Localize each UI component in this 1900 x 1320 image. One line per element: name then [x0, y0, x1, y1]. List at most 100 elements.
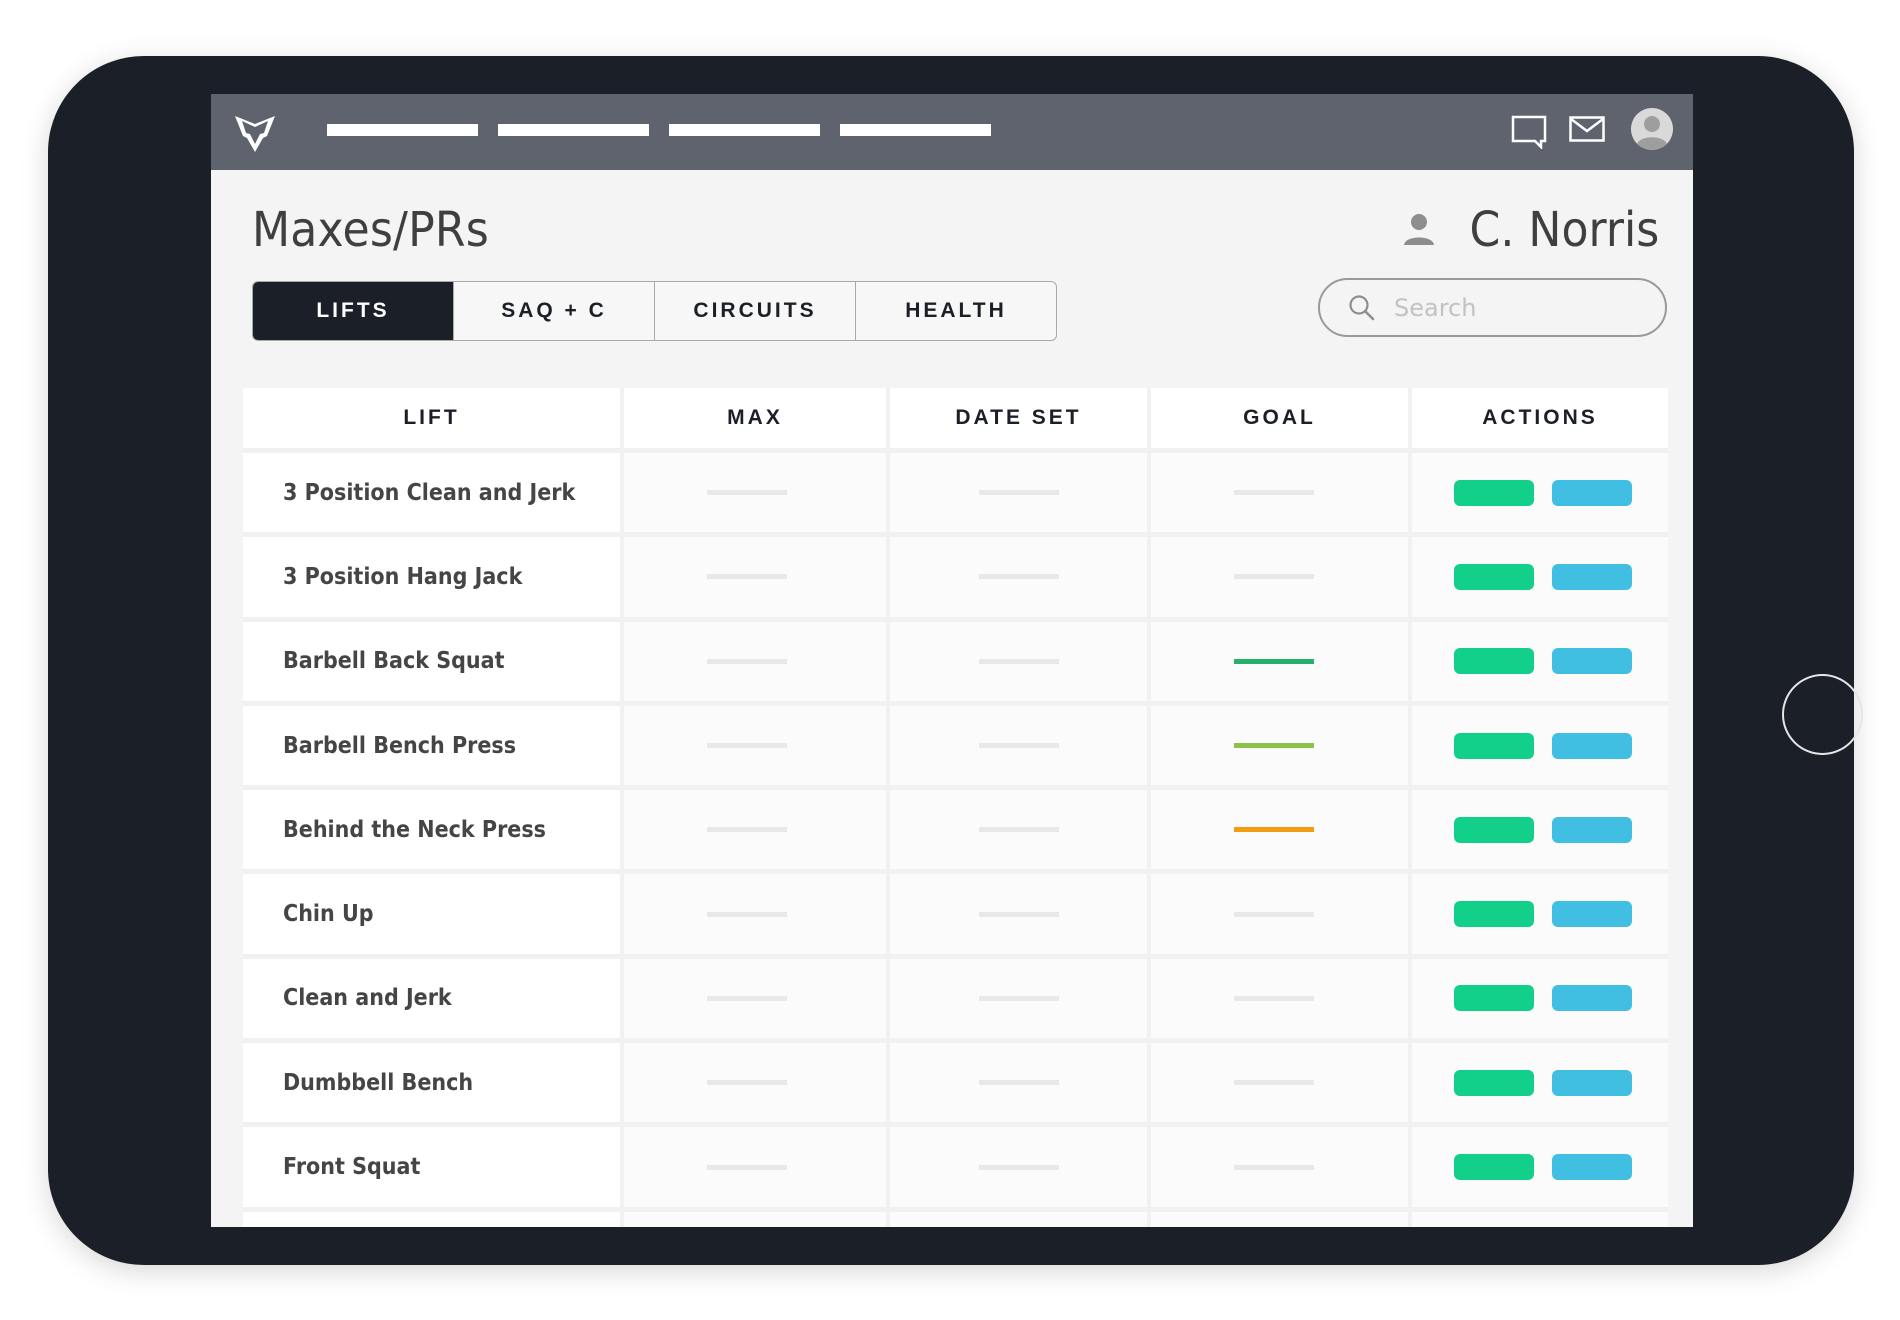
goal-cell	[1147, 1043, 1408, 1123]
edit-max-button[interactable]	[1454, 563, 1534, 590]
home-button[interactable]	[1782, 674, 1863, 755]
tab-health[interactable]: HEALTH	[855, 282, 1056, 340]
goal-status-bar	[1233, 995, 1314, 1001]
date-set-placeholder	[978, 658, 1059, 664]
table-body: 3 Position Clean and Jerk 3 Position Han…	[243, 453, 1668, 1227]
view-history-button[interactable]	[1552, 1069, 1632, 1096]
goal-cell	[1147, 1211, 1408, 1227]
row-actions	[1454, 479, 1632, 506]
date-set-cell	[886, 1211, 1147, 1227]
edit-max-button[interactable]	[1454, 1069, 1534, 1096]
tab-circuits[interactable]: CIRCUITS	[654, 282, 855, 340]
max-placeholder	[707, 1080, 787, 1086]
edit-max-button[interactable]	[1454, 901, 1534, 928]
row-actions	[1454, 732, 1632, 759]
mail-icon[interactable]	[1569, 116, 1605, 142]
date-set-placeholder	[978, 911, 1059, 917]
table-row: Chin Up	[243, 874, 1668, 959]
max-cell	[620, 453, 886, 533]
max-placeholder	[707, 490, 787, 496]
lift-cell: Dumbbell Bench	[243, 1043, 620, 1123]
view-history-button[interactable]	[1552, 901, 1632, 928]
date-set-placeholder	[978, 743, 1059, 749]
goal-status-bar	[1233, 658, 1314, 664]
actions-cell	[1408, 1043, 1668, 1123]
column-header-goal[interactable]: GOAL	[1147, 388, 1408, 448]
chat-icon[interactable]	[1511, 115, 1547, 149]
date-set-cell	[886, 453, 1147, 533]
nav-link-3[interactable]	[669, 124, 820, 136]
lift-name: Clean and Jerk	[283, 985, 452, 1012]
view-history-button[interactable]	[1552, 985, 1632, 1012]
goal-status-bar	[1233, 911, 1314, 917]
edit-max-button[interactable]	[1454, 648, 1534, 675]
avatar[interactable]	[1631, 108, 1673, 150]
edit-max-button[interactable]	[1454, 732, 1534, 759]
view-history-button[interactable]	[1552, 1154, 1632, 1181]
goal-status-bar	[1233, 490, 1314, 496]
goal-cell	[1147, 705, 1408, 786]
date-set-placeholder	[978, 995, 1059, 1001]
table-row: Barbell Back Squat	[243, 621, 1668, 706]
max-cell	[620, 537, 886, 617]
view-history-button[interactable]	[1552, 563, 1632, 590]
lift-cell: Behind the Neck Press	[243, 790, 620, 870]
view-history-button[interactable]	[1552, 732, 1632, 759]
edit-max-button[interactable]	[1454, 985, 1534, 1012]
tab-saq-c[interactable]: SAQ + C	[453, 282, 654, 340]
view-history-button[interactable]	[1552, 479, 1632, 506]
logo-icon[interactable]	[231, 108, 279, 156]
goal-cell	[1147, 874, 1408, 954]
table-row: Front Squat	[243, 1127, 1668, 1212]
row-actions	[1454, 648, 1632, 675]
column-header-max[interactable]: MAX	[620, 388, 886, 448]
goal-cell	[1147, 1127, 1408, 1207]
edit-max-button[interactable]	[1454, 479, 1534, 506]
lift-cell: Front Squat	[243, 1127, 620, 1207]
lift-name: 3 Position Clean and Jerk	[283, 479, 576, 506]
edit-max-button[interactable]	[1454, 1154, 1534, 1181]
date-set-placeholder	[978, 490, 1059, 496]
goal-cell	[1147, 958, 1408, 1039]
user-icon	[1403, 214, 1434, 245]
date-set-placeholder	[978, 1164, 1059, 1170]
row-actions	[1454, 1154, 1632, 1181]
search-input[interactable]	[1394, 293, 1634, 322]
goal-cell	[1147, 453, 1408, 533]
column-header-lift[interactable]: LIFT	[243, 388, 620, 448]
table-row	[243, 1211, 1668, 1227]
view-history-button[interactable]	[1552, 816, 1632, 843]
maxes-table: LIFT MAX DATE SET GOAL ACTIONS 3 Positio…	[243, 388, 1668, 1227]
row-actions	[1454, 901, 1632, 928]
date-set-cell	[886, 1043, 1147, 1123]
table-row: Behind the Neck Press	[243, 790, 1668, 875]
date-set-cell	[886, 958, 1147, 1039]
nav-link-1[interactable]	[327, 124, 478, 136]
table-row: 3 Position Clean and Jerk	[243, 453, 1668, 538]
column-header-date-set[interactable]: DATE SET	[886, 388, 1147, 448]
row-actions	[1454, 1069, 1632, 1096]
tab-lifts[interactable]: LIFTS	[253, 282, 453, 340]
table-row: Barbell Bench Press	[243, 705, 1668, 791]
max-placeholder	[707, 995, 787, 1001]
view-history-button[interactable]	[1552, 648, 1632, 675]
actions-cell	[1408, 790, 1668, 870]
actions-cell	[1408, 1211, 1668, 1227]
max-cell	[620, 621, 886, 701]
top-nav	[211, 94, 1693, 170]
edit-max-button[interactable]	[1454, 816, 1534, 843]
nav-link-4[interactable]	[840, 124, 991, 136]
actions-cell	[1408, 1127, 1668, 1207]
nav-icons	[1511, 108, 1673, 150]
nav-link-2[interactable]	[498, 124, 649, 136]
row-actions	[1454, 816, 1632, 843]
max-cell	[620, 1043, 886, 1123]
max-placeholder	[707, 743, 787, 749]
search-icon	[1349, 294, 1375, 320]
nav-links	[327, 124, 991, 136]
lift-name: Barbell Back Squat	[283, 648, 505, 675]
lift-cell: Chin Up	[243, 874, 620, 954]
date-set-cell	[886, 621, 1147, 701]
actions-cell	[1408, 958, 1668, 1039]
date-set-placeholder	[978, 827, 1059, 833]
